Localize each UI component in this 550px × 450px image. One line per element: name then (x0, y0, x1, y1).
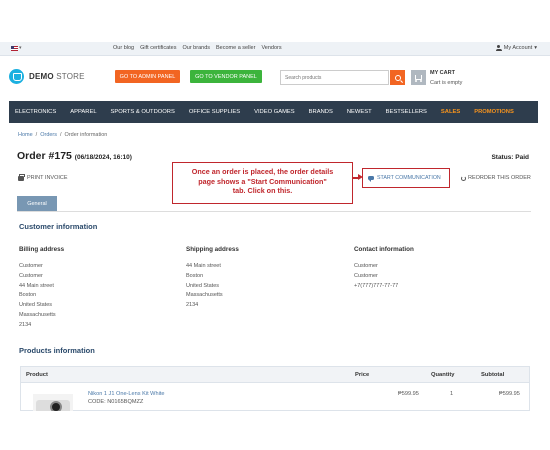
contact-info: Customer Customer +7(777)777-77-77 (354, 262, 398, 291)
tab-divider (17, 211, 531, 212)
start-communication-label[interactable]: START COMMUNICATION (377, 175, 441, 181)
col-product: Product (26, 372, 48, 378)
breadcrumb-current: Order information (64, 132, 108, 138)
customer-info-title: Customer information (19, 222, 98, 231)
camera-lens (50, 401, 62, 411)
refresh-icon (461, 175, 466, 181)
us-flag-icon[interactable] (11, 46, 18, 51)
product-code: CODE: N0165BQMZZ (88, 399, 144, 405)
breadcrumb-separator: / (60, 132, 62, 138)
shipping-address-title: Shipping address (186, 246, 239, 253)
contact-line: Customer (354, 272, 378, 279)
annotation-callout: Once an order is placed, the order detai… (172, 162, 353, 204)
billing-address: Customer Customer 44 Main street Boston … (19, 262, 56, 331)
start-communication-button[interactable]: START COMMUNICATION (362, 168, 450, 188)
printer-icon (18, 173, 25, 181)
nav-newest[interactable]: NEWEST (347, 109, 372, 115)
col-quantity: Quantity (431, 372, 455, 378)
language-caret-icon[interactable]: ▾ (19, 45, 22, 51)
breadcrumb-separator: / (35, 132, 38, 138)
billing-line: Customer (19, 272, 43, 279)
account-caret-icon: ▾ (534, 45, 537, 51)
reorder-link[interactable]: REORDER THIS ORDER (461, 175, 531, 181)
print-invoice-label[interactable]: PRINT INVOICE (27, 175, 68, 181)
product-price: ₱599.95 (398, 391, 419, 397)
products-info-title: Products information (19, 346, 95, 355)
search-icon (394, 74, 401, 81)
my-account-label[interactable]: My Account (504, 45, 532, 51)
link-gift-certificates[interactable]: Gift certificates (140, 45, 176, 51)
billing-line: United States (19, 302, 53, 309)
go-to-admin-panel-button[interactable]: GO TO ADMIN PANEL (115, 70, 180, 83)
order-date: (06/18/2024, 16:10) (74, 154, 132, 161)
order-number: Order #175 (17, 150, 72, 162)
contact-line: Customer (354, 263, 378, 269)
link-our-blog[interactable]: Our blog (113, 45, 134, 51)
nav-office-supplies[interactable]: OFFICE SUPPLIES (189, 109, 240, 115)
tab-general[interactable]: General (17, 196, 57, 211)
top-utility-bar: ▾ Our blog Gift certificates Our brands … (0, 42, 550, 56)
callout-line-1: Once an order is placed, the order detai… (191, 167, 334, 176)
search-input[interactable] (280, 70, 389, 85)
category-nav: ELECTRONICS APPAREL SPORTS & OUTDOORS OF… (9, 101, 538, 123)
billing-line: Customer (19, 263, 43, 269)
status-badge: Status: Paid (491, 154, 529, 161)
product-subtotal: ₱599.95 (499, 391, 520, 397)
shipping-line: United States (186, 282, 220, 289)
product-image[interactable] (33, 394, 73, 411)
cart-logo-icon (9, 69, 24, 84)
nav-brands[interactable]: BRANDS (309, 109, 333, 115)
table-header: Product Price Quantity Subtotal (21, 367, 529, 383)
billing-line: 2134 (19, 321, 32, 328)
contact-line: +7(777)777-77-77 (354, 282, 399, 289)
reorder-label[interactable]: REORDER THIS ORDER (468, 175, 531, 181)
billing-line: 44 Main street (19, 282, 54, 289)
cart-icon (415, 75, 422, 82)
breadcrumb-orders[interactable]: Orders (40, 132, 57, 138)
user-icon (495, 45, 502, 51)
cart-title[interactable]: MY CART (430, 70, 455, 76)
callout-line-2: page shows a "Start Communication" (198, 176, 327, 186)
nav-video-games[interactable]: VIDEO GAMES (254, 109, 295, 115)
logo-text: DEMO STORE (29, 72, 85, 81)
col-subtotal: Subtotal (481, 372, 505, 378)
nav-promotions[interactable]: PROMOTIONS (474, 109, 514, 115)
shipping-line: Massachusetts (186, 292, 223, 299)
nav-sales[interactable]: SALES (441, 109, 460, 115)
breadcrumb: Home / Orders / Order information (18, 132, 107, 138)
breadcrumb-home[interactable]: Home (18, 132, 33, 138)
billing-address-title: Billing address (19, 246, 65, 253)
products-table: Product Price Quantity Subtotal Nikon 1 … (20, 366, 530, 411)
top-links: Our blog Gift certificates Our brands Be… (113, 45, 282, 51)
search-button[interactable] (390, 70, 405, 85)
page-title: Order #175 (06/18/2024, 16:10) (17, 150, 132, 162)
col-price: Price (355, 372, 370, 378)
chat-bubble-icon (368, 176, 374, 182)
cart-status: Cart is empty (430, 80, 463, 86)
shipping-address: 44 Main street Boston United States Mass… (186, 262, 223, 311)
nav-bestsellers[interactable]: BESTSELLERS (386, 109, 427, 115)
nav-electronics[interactable]: ELECTRONICS (15, 109, 56, 115)
nav-sports-outdoors[interactable]: SPORTS & OUTDOORS (111, 109, 175, 115)
go-to-vendor-panel-button[interactable]: GO TO VENDOR PANEL (190, 70, 262, 83)
contact-info-title: Contact information (354, 246, 414, 253)
print-invoice-link[interactable]: PRINT INVOICE (18, 173, 68, 181)
nav-apparel[interactable]: APPAREL (70, 109, 96, 115)
link-become-seller[interactable]: Become a seller (216, 45, 255, 51)
store-logo[interactable]: DEMO STORE (9, 69, 85, 84)
product-name-link[interactable]: Nikon 1 J1 One-Lens Kit White (88, 391, 164, 397)
shipping-line: 44 Main street (186, 263, 221, 269)
shipping-line: 2134 (186, 302, 199, 309)
product-quantity: 1 (450, 391, 454, 397)
link-our-brands[interactable]: Our brands (182, 45, 210, 51)
callout-line-3: tab. Click on this. (232, 186, 293, 195)
billing-line: Boston (19, 292, 37, 299)
my-account-menu[interactable]: My Account ▾ (495, 45, 537, 51)
shipping-line: Boston (186, 272, 204, 279)
link-vendors[interactable]: Vendors (261, 45, 281, 51)
billing-line: Massachusetts (19, 311, 56, 318)
cart-button[interactable] (411, 70, 426, 85)
